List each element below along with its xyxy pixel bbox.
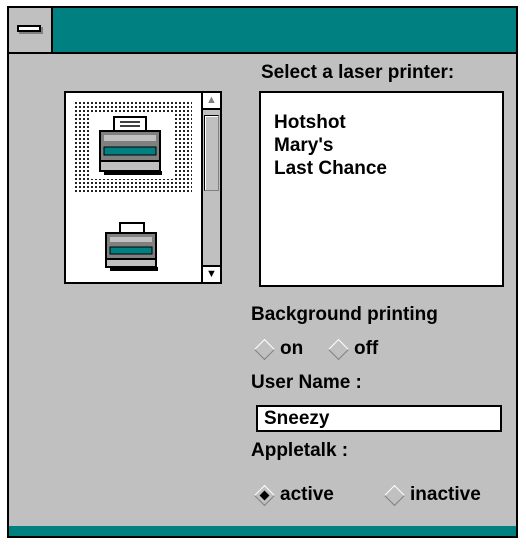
device-icon-list[interactable]: ▲ ▼: [64, 91, 222, 284]
printer-item-last-chance[interactable]: Last Chance: [274, 157, 502, 180]
scroll-up-arrow-icon[interactable]: ▲: [203, 93, 220, 110]
printer-item-hotshot[interactable]: Hotshot: [274, 111, 502, 134]
laserwriter-icon-item[interactable]: [92, 221, 174, 275]
icon-list-scrollbar[interactable]: ▲ ▼: [201, 93, 220, 282]
radio-label-active: active: [280, 484, 334, 505]
radio-label-off: off: [354, 338, 379, 359]
background-printing-label: Background printing: [251, 304, 438, 325]
radio-diamond-icon: [327, 338, 350, 360]
user-name-field[interactable]: Sneezy: [256, 405, 502, 432]
printer-list[interactable]: Hotshot Mary's Last Chance: [259, 91, 504, 287]
appletalk-active-radio[interactable]: active: [253, 484, 334, 506]
user-name-label: User Name :: [251, 372, 362, 393]
radio-diamond-checked-icon: [253, 484, 276, 506]
scroll-down-arrow-icon[interactable]: ▼: [203, 265, 220, 282]
radio-diamond-icon: [253, 338, 276, 360]
chooser-window: ▲ ▼ Select a laser printer: Hotshot Mary…: [7, 6, 518, 538]
title-bar[interactable]: [9, 8, 516, 54]
background-printing-off-radio[interactable]: off: [327, 338, 378, 360]
background-printing-on-radio[interactable]: on: [253, 338, 303, 360]
system-menu-bar: [17, 25, 41, 32]
radio-diamond-icon: [383, 484, 406, 506]
printer-icon: [105, 222, 158, 271]
printer-item-marys[interactable]: Mary's: [274, 134, 502, 157]
printer-icon: [99, 116, 162, 175]
appletalk-inactive-radio[interactable]: inactive: [383, 484, 481, 506]
radio-label-inactive: inactive: [410, 484, 481, 505]
appletalk-label: Appletalk :: [251, 440, 349, 461]
system-menu-icon[interactable]: [9, 8, 53, 52]
window-bottom-border: [9, 526, 516, 536]
scroll-thumb[interactable]: [204, 115, 219, 191]
radio-label-on: on: [280, 338, 304, 359]
select-printer-label: Select a laser printer:: [261, 62, 455, 83]
laserwriter-icon-item-selected[interactable]: [74, 101, 192, 193]
